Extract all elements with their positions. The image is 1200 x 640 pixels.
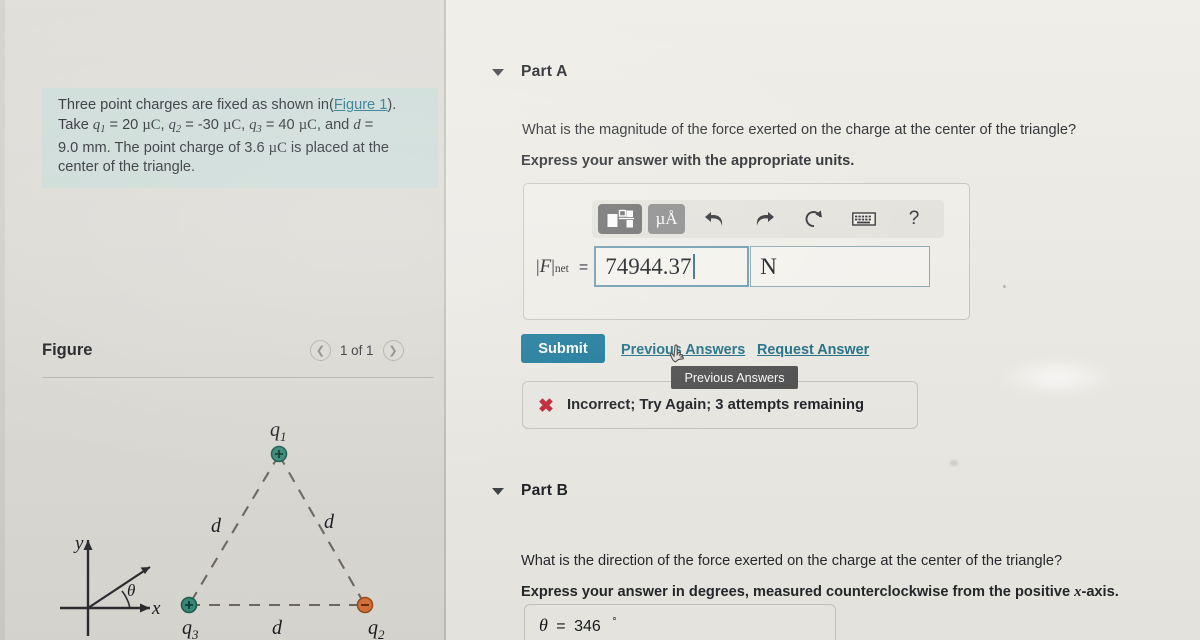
figure-label-q1: q1 bbox=[270, 419, 287, 444]
text-cursor bbox=[692, 254, 695, 279]
answer-pane bbox=[446, 0, 1200, 640]
statement-line-3: 9.0 mm. The point charge of 3.6 µC is pl… bbox=[58, 139, 432, 159]
template-icon[interactable] bbox=[598, 204, 642, 234]
y-axis-arrowhead bbox=[83, 540, 93, 550]
undo-icon[interactable] bbox=[693, 204, 735, 234]
answer-value-text: 74944.37 bbox=[605, 253, 692, 279]
figure-next-button[interactable]: ❯ bbox=[382, 340, 404, 361]
caret-down-icon[interactable] bbox=[492, 487, 504, 495]
caret-down-icon[interactable] bbox=[492, 68, 504, 76]
answer-equation-row: |F|net = 74944.37 N bbox=[536, 246, 931, 287]
figure-label-q3: q3 bbox=[182, 617, 199, 640]
micro-coulomb-unit-2: µC bbox=[222, 116, 242, 133]
statement-text-b: ). bbox=[387, 97, 397, 113]
figure-label-q2: q2 bbox=[368, 617, 385, 640]
part-b-header[interactable]: Part B bbox=[492, 482, 568, 500]
screen-smudge bbox=[950, 460, 958, 466]
equation-toolbar: µÅ ? bbox=[592, 200, 944, 238]
take-word: Take bbox=[58, 116, 93, 133]
figure-label-side-left: d bbox=[211, 515, 222, 537]
part-a-label: Part A bbox=[521, 63, 568, 80]
angle-ray bbox=[87, 566, 151, 609]
theta-label: θ bbox=[127, 581, 135, 600]
q3-value: = 40 bbox=[261, 116, 299, 133]
part-b-instruction: Express your answer in degrees, measured… bbox=[521, 584, 1119, 601]
figure-1-link[interactable]: Figure 1 bbox=[334, 97, 388, 113]
problem-statement: Three point charges are fixed as shown i… bbox=[42, 88, 438, 188]
coordinate-axes bbox=[60, 540, 150, 636]
figure-counter: 1 of 1 bbox=[340, 343, 374, 358]
charge-triangle-diagram: y x θ q1 q2 q3 d d d bbox=[60, 419, 385, 640]
answer-unit-input[interactable]: N bbox=[750, 246, 931, 287]
micro-coulomb-unit-4: µC bbox=[268, 139, 287, 156]
answer-variable-label: |F|net = bbox=[536, 255, 589, 277]
and-word: , and bbox=[316, 116, 354, 133]
part-a-question: What is the magnitude of the force exert… bbox=[522, 122, 1077, 138]
keyboard-icon[interactable] bbox=[843, 204, 885, 234]
figure-divider bbox=[42, 377, 434, 378]
figure-navigation: ❮ 1 of 1 ❯ bbox=[310, 340, 404, 361]
part-b-question: What is the direction of the force exert… bbox=[521, 553, 1063, 569]
x-axis-arrowhead bbox=[140, 603, 150, 613]
answer-value-input[interactable]: 74944.37 bbox=[594, 246, 750, 287]
answer-entry-widget: µÅ ? |F|net = 74944.37 N bbox=[523, 183, 970, 320]
q2-value: = -30 bbox=[181, 116, 223, 133]
figure-label-side-right: d bbox=[324, 511, 335, 533]
units-icon[interactable]: µÅ bbox=[648, 204, 685, 234]
left-screen-edge bbox=[0, 0, 5, 640]
statement-line-2: Take q1 = 20 µC, q2 = -30 µC, q3 = 40 µC… bbox=[58, 116, 374, 135]
part-b-instruction-a: Express your answer in degrees, measured… bbox=[521, 584, 1075, 600]
q1-value: = 20 bbox=[105, 116, 143, 133]
answer-unit-text: N bbox=[760, 253, 777, 279]
mouse-cursor-hand-icon bbox=[669, 344, 684, 363]
y-axis-label: y bbox=[73, 533, 84, 554]
help-icon[interactable]: ? bbox=[893, 204, 935, 234]
request-answer-link[interactable]: Request Answer bbox=[757, 342, 869, 358]
charge-q2-marker bbox=[356, 596, 374, 614]
theta-value[interactable]: 346 bbox=[574, 618, 601, 635]
feedback-message: Incorrect; Try Again; 3 attempts remaini… bbox=[567, 397, 865, 413]
submit-button[interactable]: Submit bbox=[521, 334, 605, 363]
charge-q1-marker bbox=[270, 445, 288, 463]
reset-icon[interactable] bbox=[793, 204, 835, 234]
screen-speck bbox=[1003, 285, 1006, 288]
statement-line-1: Three point charges are fixed as shown i… bbox=[58, 96, 432, 116]
part-b-label: Part B bbox=[521, 482, 569, 499]
micro-coulomb-unit-1: µC bbox=[142, 116, 161, 133]
part-a-instruction: Express your answer with the appropriate… bbox=[521, 153, 855, 169]
degree-symbol: ° bbox=[612, 615, 617, 628]
d-symbol: d bbox=[353, 116, 361, 133]
figure-label-side-bottom: d bbox=[272, 617, 283, 639]
theta-symbol: θ bbox=[539, 615, 548, 635]
placed-text: is placed at the bbox=[286, 139, 390, 156]
d-equals: = bbox=[360, 116, 374, 133]
figure-title: Figure bbox=[42, 341, 93, 359]
part-b-answer-widget: θ = 346 ° bbox=[524, 604, 836, 640]
part-a-header[interactable]: Part A bbox=[492, 63, 568, 81]
theta-equals: = bbox=[556, 618, 566, 635]
q3-symbol: q bbox=[249, 116, 257, 133]
statement-line-4: center of the triangle. bbox=[58, 159, 196, 176]
q2-symbol: q bbox=[168, 116, 176, 133]
statement-text-a: Three point charges are fixed as shown i… bbox=[58, 97, 334, 113]
figure-prev-button[interactable]: ❮ bbox=[310, 340, 331, 361]
redo-icon[interactable] bbox=[743, 204, 785, 234]
part-b-equation-row: θ = 346 ° bbox=[539, 615, 617, 636]
part-b-instruction-b: -axis. bbox=[1081, 584, 1119, 600]
x-axis-label: x bbox=[151, 598, 161, 619]
previous-answers-tooltip: Previous Answers bbox=[671, 366, 798, 389]
cross-mark-icon: ✖ bbox=[538, 396, 554, 417]
pane-divider bbox=[444, 0, 446, 640]
micro-coulomb-unit-3: µC bbox=[298, 116, 317, 133]
problem-pane: Three point charges are fixed as shown i… bbox=[0, 0, 445, 640]
d-value-text: 9.0 mm. The point charge of 3.6 bbox=[58, 139, 269, 156]
charge-q3-marker bbox=[180, 596, 198, 614]
screenshot-root: Three point charges are fixed as shown i… bbox=[0, 0, 1200, 640]
